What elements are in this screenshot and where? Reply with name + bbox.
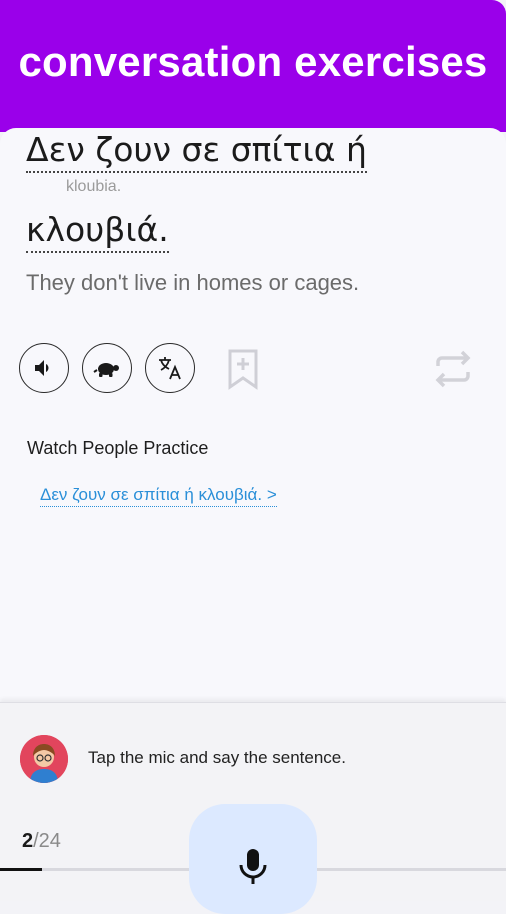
translate-icon [159,357,181,380]
progress-fill [0,868,42,871]
mic-button[interactable] [189,804,317,914]
progress-total: /24 [33,830,61,852]
page-title: conversation exercises [18,38,488,85]
translation-text: They don't live in homes or cages. [26,270,360,295]
watch-practice-label: Watch People Practice [27,438,209,458]
play-audio-button[interactable] [19,343,69,393]
slow-audio-button[interactable] [82,343,132,393]
header-bar: conversation exercises [0,0,506,132]
transliteration: kloubia. [66,178,122,195]
sentence-line-1[interactable]: Δεν ζουν σε σπίτια ή [26,130,367,173]
tutor-avatar [20,735,68,783]
watch-practice-link[interactable]: Δεν ζουν σε σπίτια ή κλουβιά. > [40,485,277,507]
repeat-icon[interactable] [432,350,474,388]
sentence-line-2[interactable]: κλουβιά. [26,210,169,253]
progress-counter: 2/24 [22,830,61,853]
mic-instruction: Tap the mic and say the sentence. [88,748,346,767]
speaker-icon [35,360,49,376]
sentence-line-1-text[interactable]: Δεν ζουν σε σπίτια ή [26,130,367,173]
progress-current: 2 [22,830,34,852]
sentence-line-2-text[interactable]: κλουβιά. [26,210,169,253]
microphone-icon [239,849,267,884]
bookmark-add-icon[interactable] [226,348,260,390]
translate-button[interactable] [145,343,195,393]
turtle-icon [93,363,119,377]
